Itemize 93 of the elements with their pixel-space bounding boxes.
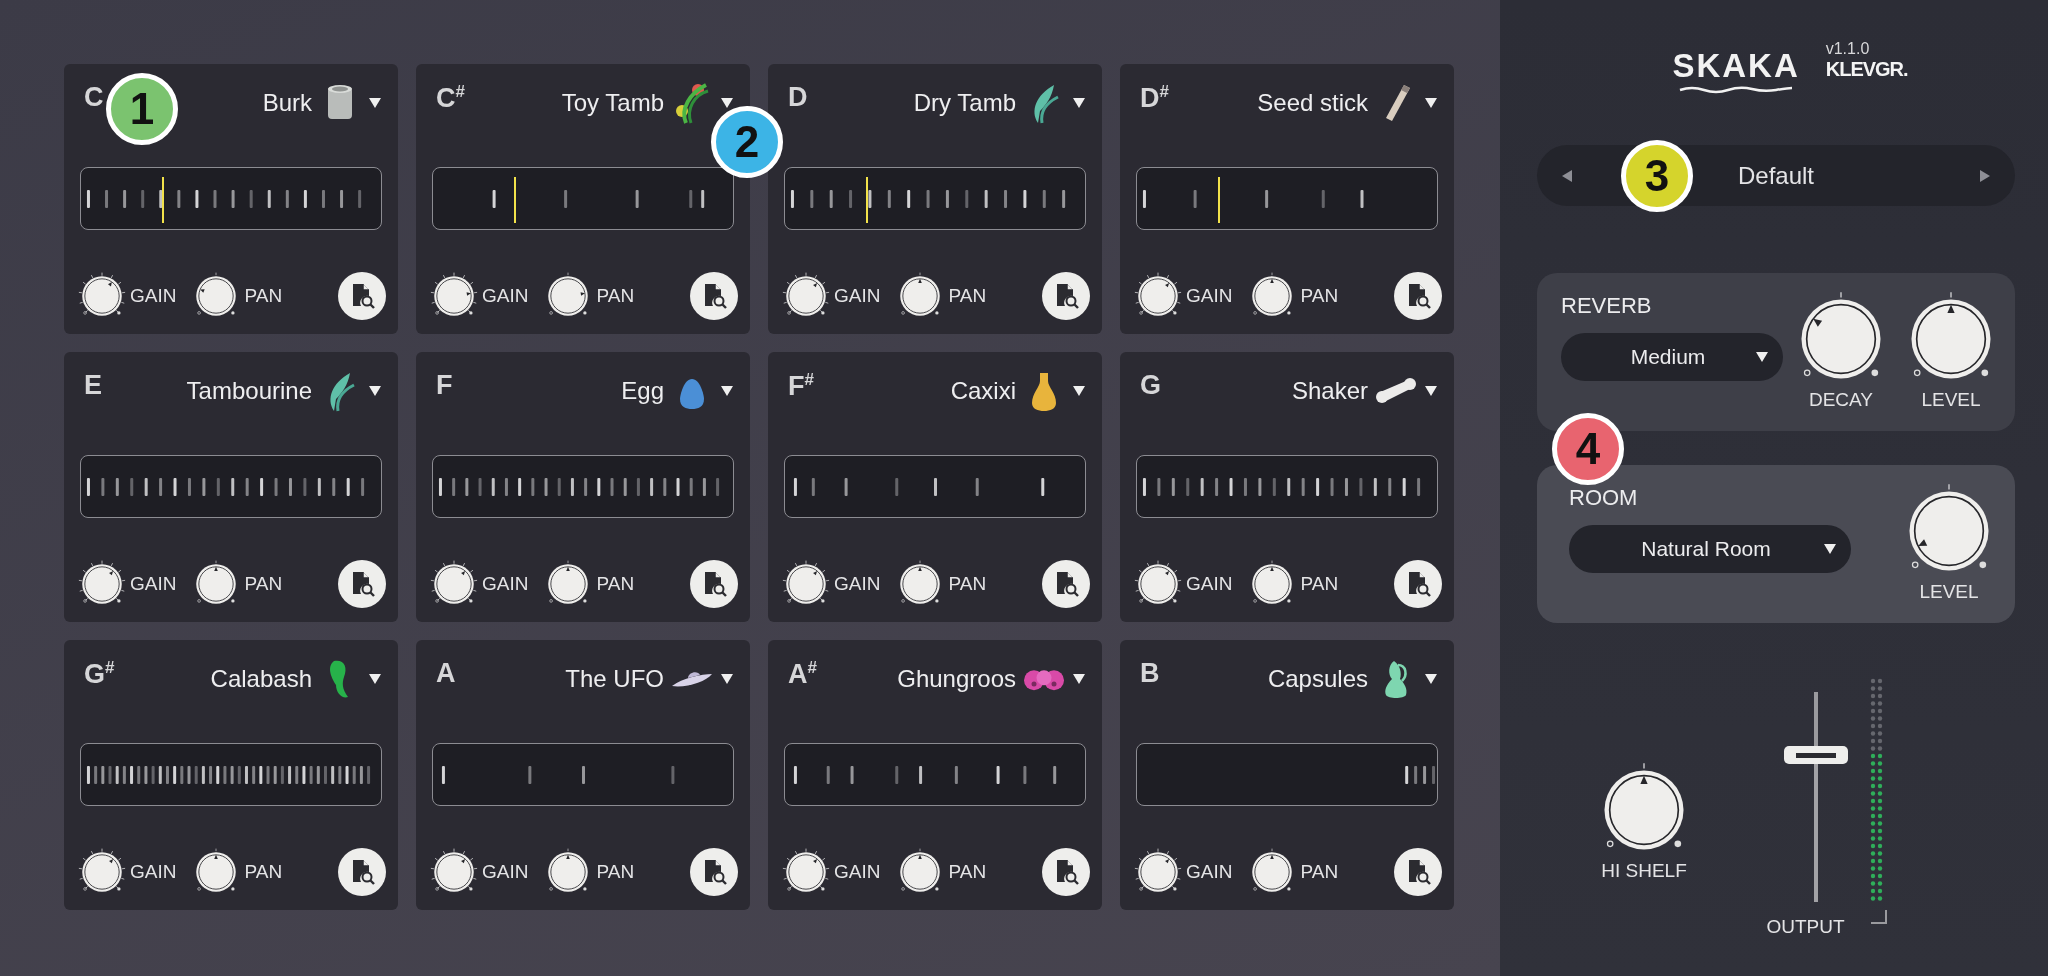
fader-handle[interactable] xyxy=(1784,746,1848,764)
knob-label: GAIN xyxy=(834,573,881,595)
note-label: A xyxy=(436,658,456,689)
version-label: v1.1.0 xyxy=(1825,40,1871,58)
browse-button[interactable] xyxy=(1394,560,1442,608)
note-label: D$^{#}$ xyxy=(1140,82,1169,114)
note-label: C xyxy=(84,82,104,113)
instrument-name[interactable]: Caxixi xyxy=(950,377,1016,406)
wave-icon xyxy=(1678,84,1795,94)
instrument-name[interactable]: Egg xyxy=(621,377,664,406)
browse-button[interactable] xyxy=(1042,848,1090,896)
instrument-name[interactable]: Calabash xyxy=(210,665,312,694)
browse-button[interactable] xyxy=(1394,848,1442,896)
logo-text: SKAKA xyxy=(1672,48,1800,84)
caret-icon[interactable] xyxy=(1424,97,1438,110)
browse-button[interactable] xyxy=(1042,560,1090,608)
knob-label: PAN xyxy=(948,285,987,307)
type-dropdown[interactable]: Natural Room xyxy=(1569,525,1851,573)
browse-button[interactable] xyxy=(690,848,738,896)
caret-icon[interactable] xyxy=(1072,385,1086,398)
note-label: F xyxy=(436,370,453,401)
knob-label: PAN xyxy=(244,285,283,307)
instrument-name[interactable]: Toy Tamb xyxy=(561,89,664,118)
instrument-name[interactable]: The UFO xyxy=(565,665,664,694)
caret-icon[interactable] xyxy=(720,97,734,110)
section-title: REVERB xyxy=(1561,293,1653,319)
note-label: F$^{#}$ xyxy=(788,370,814,402)
caret-icon[interactable] xyxy=(1424,385,1438,398)
knob-label: PAN xyxy=(596,861,635,883)
caret-icon xyxy=(1823,543,1837,555)
caret-icon[interactable] xyxy=(1072,97,1086,110)
browse-button[interactable] xyxy=(690,560,738,608)
knob-label: PAN xyxy=(596,285,635,307)
previous-icon[interactable] xyxy=(1561,168,1573,183)
knob-label: GAIN xyxy=(1186,573,1233,595)
browse-button[interactable] xyxy=(1394,272,1442,320)
note-label: G xyxy=(1140,370,1161,401)
knob-label: GAIN xyxy=(482,573,529,595)
knob-label: LEVEL xyxy=(1919,581,1979,603)
instrument-name[interactable]: Ghungroos xyxy=(897,665,1016,694)
knob-label: GAIN xyxy=(1186,285,1233,307)
note-label: B xyxy=(1140,658,1160,689)
maker-logo: KLEVGR. xyxy=(1825,58,1908,81)
knob-label: GAIN xyxy=(130,861,177,883)
meter-bracket xyxy=(1871,910,1887,924)
instrument-name[interactable]: Seed stick xyxy=(1257,89,1368,118)
knob-label: HI SHELF xyxy=(1601,860,1687,882)
caret-icon[interactable] xyxy=(368,97,382,110)
caret-icon[interactable] xyxy=(720,673,734,686)
caret-icon[interactable] xyxy=(1424,673,1438,686)
instrument-name[interactable]: Burk xyxy=(262,89,312,118)
knob-label: GAIN xyxy=(1186,861,1233,883)
instrument-name[interactable]: Tambourine xyxy=(186,377,312,406)
knob-label: LEVEL xyxy=(1921,389,1981,411)
knob-label: PAN xyxy=(1300,573,1339,595)
output-label: OUTPUT xyxy=(1766,916,1845,938)
next-icon[interactable] xyxy=(1979,168,1991,183)
knob-label: PAN xyxy=(596,573,635,595)
knob-label: PAN xyxy=(948,573,987,595)
note-label: A$^{#}$ xyxy=(788,658,817,690)
caret-icon[interactable] xyxy=(720,385,734,398)
browse-button[interactable] xyxy=(1042,272,1090,320)
section-title: ROOM xyxy=(1569,485,1639,511)
caret-icon[interactable] xyxy=(368,673,382,686)
knob-label: GAIN xyxy=(130,573,177,595)
preset-name[interactable]: Default xyxy=(1737,161,1814,190)
knob-label: GAIN xyxy=(834,285,881,307)
note-label: G$^{#}$ xyxy=(84,658,115,690)
browse-button[interactable] xyxy=(338,560,386,608)
caret-icon[interactable] xyxy=(1072,673,1086,686)
knob-label: DECAY xyxy=(1808,389,1874,411)
caret-icon xyxy=(1755,351,1769,363)
browse-button[interactable] xyxy=(690,272,738,320)
hits-drawing xyxy=(1405,765,1435,784)
knob-label: GAIN xyxy=(834,861,881,883)
instrument-name[interactable]: Shaker xyxy=(1291,377,1368,406)
type-dropdown[interactable]: Medium xyxy=(1561,333,1783,381)
knob-label: PAN xyxy=(1300,861,1339,883)
note-label: D xyxy=(788,82,808,113)
instrument-name[interactable]: Capsules xyxy=(1267,665,1368,694)
knob-label: GAIN xyxy=(482,285,529,307)
browse-button[interactable] xyxy=(338,272,386,320)
browse-button[interactable] xyxy=(338,848,386,896)
knob-label: PAN xyxy=(948,861,987,883)
knob-label: PAN xyxy=(1300,285,1339,307)
note-label: E xyxy=(84,370,102,401)
instrument-name[interactable]: Dry Tamb xyxy=(913,89,1016,118)
knob-label: GAIN xyxy=(130,285,177,307)
caret-icon[interactable] xyxy=(368,385,382,398)
knob-label: PAN xyxy=(244,861,283,883)
knob-label: PAN xyxy=(244,573,283,595)
knob-label: GAIN xyxy=(482,861,529,883)
note-label: C$^{#}$ xyxy=(436,82,465,114)
